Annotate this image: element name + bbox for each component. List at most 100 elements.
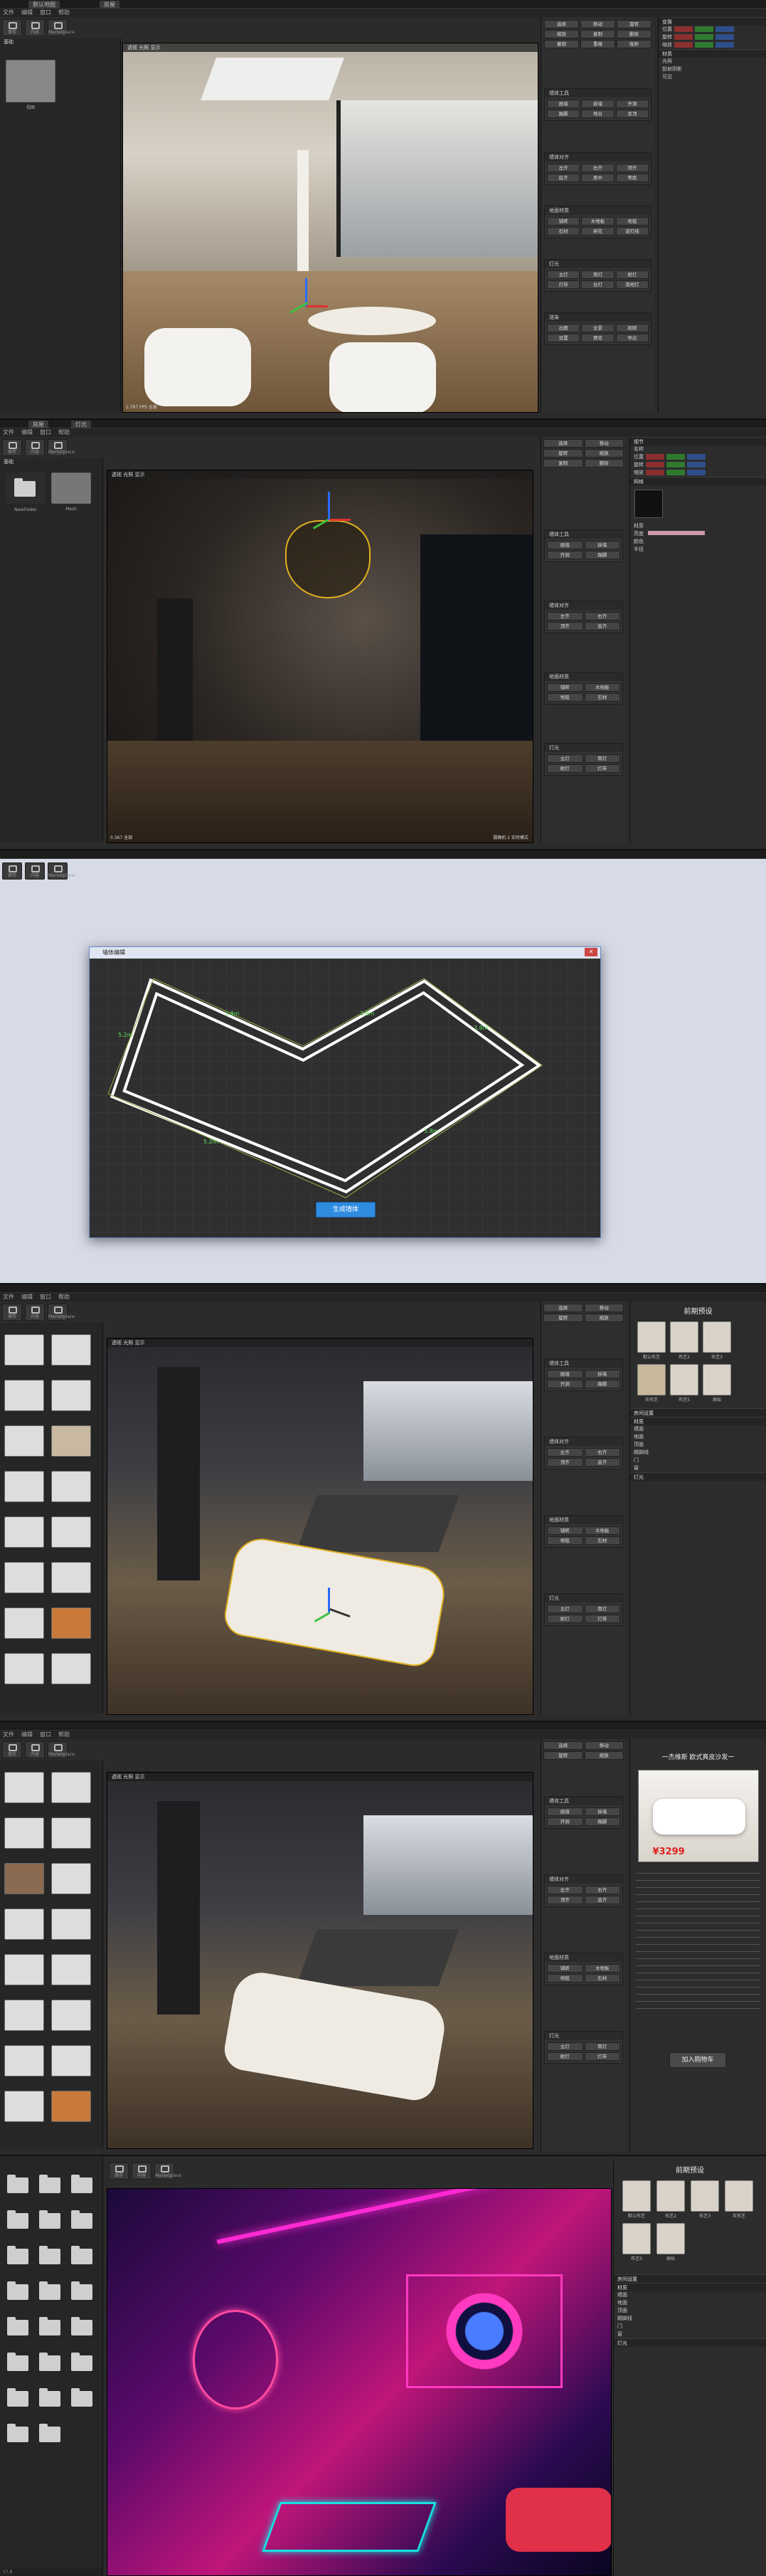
asset-thumb[interactable] [4,1380,44,1411]
menu-file[interactable]: 文件 [3,428,14,437]
menu-edit[interactable]: 编辑 [21,1293,33,1302]
tool-move[interactable]: 移动 [580,20,615,28]
tool-btn[interactable]: 拼花 [581,227,615,236]
tool-select[interactable]: 选择 [543,439,583,448]
asset-thumb[interactable] [51,1334,91,1366]
viewport-toolbar[interactable]: 透视 光照 显示 [107,1339,533,1347]
viewport-toolbar[interactable]: 透视 光照 显示 [123,43,538,52]
tool-btn[interactable]: 木地板 [584,1964,620,1973]
viewport-toolbar[interactable]: 透视 光照 显示 [107,470,533,479]
menu-help[interactable]: 帮助 [58,1731,70,1739]
tool-btn[interactable]: 底齐 [584,622,620,630]
asset-thumb[interactable] [4,1516,44,1548]
tool-btn[interactable]: 左齐 [547,164,580,172]
tool-btn[interactable]: 地毯 [547,693,583,702]
folder-icon[interactable] [39,2353,60,2371]
menu-window[interactable]: 窗口 [40,1293,51,1302]
tool-btn[interactable]: 右齐 [584,1448,620,1457]
tool-rotate[interactable]: 旋转 [543,449,583,458]
menu-window[interactable]: 窗口 [40,9,51,17]
menu-help[interactable]: 帮助 [58,1293,70,1302]
tool-btn[interactable]: 主灯 [547,1605,583,1613]
preset-swatch[interactable]: 布艺5 [670,1364,698,1403]
tool-rotate[interactable]: 旋转 [543,1751,583,1760]
asset-thumb[interactable] [4,1425,44,1457]
tool-btn[interactable]: 踢脚 [584,551,620,559]
tool-delete[interactable]: 删除 [584,459,624,468]
tool-btn[interactable]: 木地板 [584,1526,620,1535]
tab-default-map[interactable]: 默认地图 [28,1,60,9]
marketplace-button[interactable]: Marketplace [154,2163,181,2180]
tool-btn[interactable]: 左齐 [547,1448,583,1457]
tool-btn[interactable]: 铺砖 [547,1964,583,1973]
tool-btn[interactable]: 右齐 [581,164,615,172]
material-row[interactable]: 踢脚线 [630,1449,766,1457]
asset-thumb[interactable] [51,1653,91,1684]
folder-icon[interactable] [71,2353,92,2371]
tool-btn[interactable]: 地毯 [615,217,649,226]
menu-edit[interactable]: 编辑 [21,9,33,17]
tool-btn[interactable]: 主灯 [547,754,583,763]
tool-rotate[interactable]: 旋转 [543,1314,583,1322]
tool-copy[interactable]: 复制 [580,30,615,38]
tool-btn[interactable]: 导出 [615,334,649,342]
menu-window[interactable]: 窗口 [40,428,51,437]
tool-btn[interactable]: 拆墙 [584,1370,620,1378]
asset-thumb[interactable] [4,2091,44,2122]
content-button[interactable]: 内容 [25,862,45,880]
asset-thumb[interactable] [4,1608,44,1639]
menu-file[interactable]: 文件 [3,1731,14,1739]
tool-btn[interactable]: 右齐 [584,1886,620,1894]
tool-scale[interactable]: 缩放 [544,30,579,38]
tool-btn[interactable]: 居中 [581,174,615,182]
tool-btn[interactable]: 筒灯 [584,2042,620,2051]
tool-btn[interactable]: 波打线 [615,227,649,236]
add-to-cart-button[interactable]: 加入购物车 [669,2052,726,2068]
material-preview[interactable] [634,490,663,518]
tab-house[interactable]: 房屋 [100,1,119,9]
asset-thumb[interactable] [4,1909,44,1940]
viewport-toolbar[interactable]: 透视 光照 显示 [107,1773,533,1781]
tool-btn[interactable]: 落地灯 [615,280,649,289]
asset-thumb[interactable] [4,1954,44,1985]
tool-btn[interactable]: 踢脚 [547,110,580,118]
material-row[interactable]: 顶面 [614,2307,766,2315]
tool-btn[interactable]: 画墙 [547,1370,583,1378]
asset-thumb[interactable] [4,1817,44,1849]
menu-file[interactable]: 文件 [3,1293,14,1302]
save-button[interactable]: 保存 [2,19,22,36]
preset-swatch[interactable]: 原始 [656,2223,685,2261]
tab-light[interactable]: 灯光 [71,421,91,428]
tool-btn[interactable]: 拆墙 [584,1807,620,1816]
tool-btn[interactable]: 木地板 [581,217,615,226]
viewport[interactable]: 透视 光照 显示 [107,1772,533,2149]
tool-btn[interactable]: 木地板 [584,683,620,692]
tool-btn[interactable]: 左齐 [547,1886,583,1894]
tab-house[interactable]: 房屋 [28,421,48,428]
asset-thumb[interactable] [51,2045,91,2076]
tool-btn[interactable]: 顶齐 [547,1458,583,1467]
menu-help[interactable]: 帮助 [58,9,70,17]
asset-thumb[interactable] [4,1863,44,1894]
preset-swatch[interactable]: 布艺5 [622,2223,651,2261]
asset-thumb[interactable] [4,1562,44,1593]
asset-thumb[interactable] [4,1471,44,1502]
close-icon[interactable]: ✕ [585,948,597,956]
tool-btn[interactable]: 射灯 [547,1615,583,1623]
tool-btn[interactable]: 踢脚 [584,1817,620,1826]
save-button[interactable]: 保存 [109,2163,129,2180]
tool-scale[interactable]: 缩放 [584,1751,624,1760]
tool-btn[interactable]: 筒灯 [584,754,620,763]
content-thumb[interactable]: 视图 [6,60,55,110]
tool-btn[interactable]: 石材 [584,1974,620,1983]
tool-btn[interactable]: 主灯 [547,2042,583,2051]
material-row[interactable]: 门 [614,2323,766,2330]
preset-swatch[interactable]: 默认布艺 [637,1321,666,1360]
tool-btn[interactable]: 预览 [581,334,615,342]
preset-swatch[interactable]: 布艺2 [670,1321,698,1360]
folder-icon[interactable] [39,2317,60,2335]
tool-btn[interactable]: 底齐 [547,174,580,182]
tool-btn[interactable]: 吊顶 [615,110,649,118]
folder-icon[interactable] [39,2246,60,2264]
tool-redo[interactable]: 重做 [580,40,615,48]
